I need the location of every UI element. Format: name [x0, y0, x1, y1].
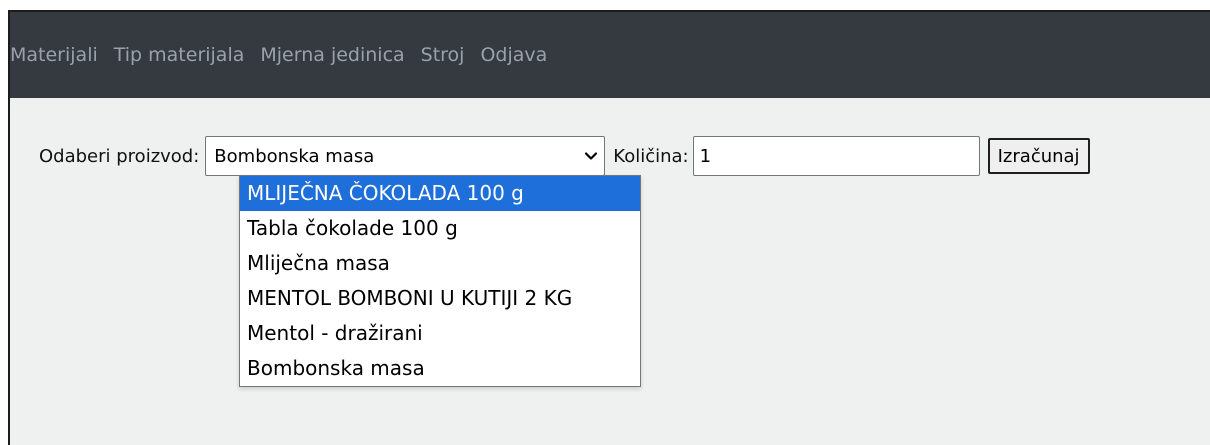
- nav-link-stroj[interactable]: Stroj: [421, 44, 465, 66]
- product-select[interactable]: Bombonska masa: [205, 136, 606, 176]
- product-select-value: Bombonska masa: [214, 145, 375, 167]
- product-dropdown-list: MLIJEČNA ČOKOLADA 100 g Tabla čokolade 1…: [239, 175, 641, 387]
- dropdown-option[interactable]: Mliječna masa: [240, 246, 640, 281]
- nav-link-mjerna-jedinica[interactable]: Mjerna jedinica: [260, 44, 404, 66]
- nav-link-odjava[interactable]: Odjava: [480, 44, 547, 66]
- dropdown-option[interactable]: MLIJEČNA ČOKOLADA 100 g: [240, 176, 640, 211]
- dropdown-option[interactable]: Bombonska masa: [240, 351, 640, 386]
- quantity-input[interactable]: [692, 136, 980, 176]
- navbar: Materijali Tip materijala Mjerna jedinic…: [10, 12, 1210, 98]
- product-label: Odaberi proizvod:: [39, 145, 200, 167]
- nav-link-tip-materijala[interactable]: Tip materijala: [114, 44, 245, 66]
- dropdown-option[interactable]: Tabla čokolade 100 g: [240, 211, 640, 246]
- quantity-label: Količina:: [613, 145, 689, 167]
- page-frame: Materijali Tip materijala Mjerna jedinic…: [8, 10, 1210, 445]
- calculate-button[interactable]: Izračunaj: [987, 138, 1090, 174]
- dropdown-option[interactable]: MENTOL BOMBONI U KUTIJI 2 KG: [240, 281, 640, 316]
- chevron-down-icon: [584, 149, 598, 163]
- dropdown-option[interactable]: Mentol - dražirani: [240, 316, 640, 351]
- nav-link-materijali[interactable]: Materijali: [10, 44, 98, 66]
- calculation-form: Odaberi proizvod: Bombonska masa Količin…: [39, 135, 1090, 177]
